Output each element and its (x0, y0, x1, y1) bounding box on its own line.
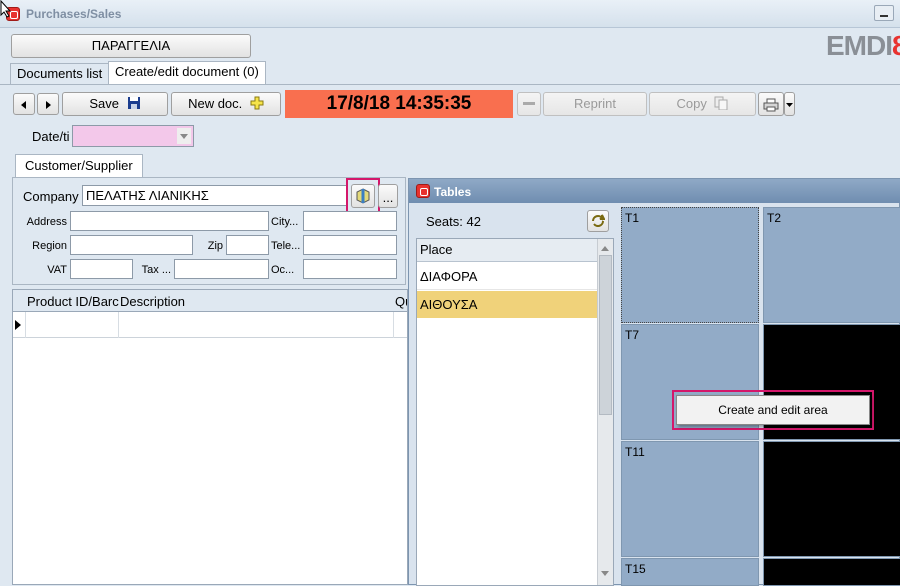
company-field[interactable]: ΠΕΛΑΤΗΣ ΛΙΑΝΙΚΗΣ (82, 185, 348, 206)
print-button[interactable] (758, 92, 784, 116)
zip-field[interactable] (226, 235, 269, 255)
new-document-button[interactable]: New doc. (171, 92, 281, 116)
zip-label: Zip (207, 240, 223, 252)
browse-button[interactable]: ... (378, 184, 398, 208)
table-tile-t15[interactable]: T15 (621, 558, 759, 586)
city-label: City... (271, 216, 299, 228)
tab-create-edit-document[interactable]: Create/edit document (0) (108, 61, 266, 84)
row-pointer-icon (15, 320, 21, 330)
tab-documents-list[interactable]: Documents list (10, 63, 110, 84)
place-list-scrollbar[interactable] (597, 239, 613, 585)
plus-icon (250, 96, 264, 110)
date-field[interactable] (72, 125, 194, 147)
column-header-description[interactable]: Description (120, 294, 185, 309)
column-header-quantity[interactable]: Qu (395, 294, 407, 309)
tables-title: Tables (434, 185, 472, 199)
table-tile-t1[interactable]: T1 (621, 207, 759, 323)
refresh-icon (592, 214, 606, 227)
place-list-header: Place (417, 239, 597, 262)
window-titlebar: Purchases/Sales (0, 0, 900, 28)
table-tile-t2[interactable]: T2 (763, 207, 900, 323)
table-tile-t11[interactable]: T11 (621, 441, 759, 557)
place-item-aithousa[interactable]: ΑΙΘΟΥΣΑ (417, 291, 597, 318)
chevron-down-icon (180, 134, 188, 139)
save-button[interactable]: Save (62, 92, 168, 116)
items-grid[interactable]: Product ID/Barc Description Qu (12, 289, 408, 585)
table-tile-dark-2[interactable] (763, 441, 900, 557)
copy-icon (714, 96, 728, 111)
column-header-product-id[interactable]: Product ID/Barc (27, 294, 119, 309)
scroll-up-icon (601, 246, 609, 251)
tax-office-field[interactable] (174, 259, 269, 279)
occupation-label: Oc... (271, 264, 295, 276)
tab-divider (0, 84, 900, 85)
context-menu: Create and edit area (676, 395, 870, 425)
company-label: Company (23, 189, 79, 204)
seats-count: Seats: 42 (426, 214, 481, 229)
window-title: Purchases/Sales (26, 7, 122, 21)
scrollbar-thumb[interactable] (599, 255, 612, 415)
address-field[interactable] (70, 211, 269, 231)
date-label: Date/ti (32, 129, 70, 144)
occupation-field[interactable] (303, 259, 397, 279)
create-edit-area-menu-item[interactable]: Create and edit area (677, 396, 869, 424)
copy-button[interactable]: Copy (649, 92, 756, 116)
floppy-disk-icon (127, 97, 140, 109)
printer-icon (763, 98, 779, 112)
brand-logo: EMDI8 (826, 30, 900, 61)
save-label: Save (89, 96, 119, 111)
address-label: Address (26, 216, 67, 228)
telephone-label: Tele... (271, 240, 301, 252)
mouse-cursor-icon (0, 0, 12, 18)
new-doc-label: New doc. (188, 96, 243, 111)
place-item-diafora[interactable]: ΔΙΑΦΟΡΑ (417, 263, 597, 290)
chevron-down-icon (786, 103, 793, 107)
telephone-field[interactable] (303, 235, 397, 255)
customer-panel: Company ΠΕΛΑΤΗΣ ΛΙΑΝΙΚΗΣ ... Address Cit… (12, 177, 406, 285)
city-field[interactable] (303, 211, 397, 231)
search-customer-button[interactable] (351, 184, 375, 208)
tables-window: Tables Seats: 42 Place ΔΙΑΦΟΡΑ ΑΙΘΟΥΣΑ T… (408, 178, 900, 586)
table-tile-dark-3[interactable] (763, 558, 900, 586)
region-label: Region (32, 240, 67, 252)
tables-titlebar: Tables (409, 179, 900, 203)
minus-button[interactable] (517, 92, 541, 116)
date-dropdown-button[interactable] (177, 128, 191, 144)
region-field[interactable] (70, 235, 193, 255)
order-type-button[interactable]: ΠΑΡΑΓΓΕΛΙΑ (11, 34, 251, 58)
place-list[interactable]: Place ΔΙΑΦΟΡΑ ΑΙΘΟΥΣΑ (416, 238, 614, 586)
document-datetime: 17/8/18 14:35:35 (285, 90, 513, 118)
items-grid-header: Product ID/Barc Description Qu (13, 290, 407, 312)
scroll-down-icon (601, 571, 609, 576)
next-button[interactable] (37, 93, 59, 115)
reprint-button[interactable]: Reprint (543, 92, 647, 116)
refresh-button[interactable] (587, 210, 609, 232)
previous-button[interactable] (13, 93, 35, 115)
copy-label: Copy (676, 96, 707, 111)
minimize-button[interactable] (874, 5, 894, 21)
tab-customer-supplier[interactable]: Customer/Supplier (15, 154, 143, 178)
print-options-dropdown[interactable] (784, 92, 795, 116)
table-row[interactable] (13, 312, 407, 338)
tax-office-label: Tax ... (141, 264, 171, 276)
tables-app-icon (416, 184, 430, 198)
box-icon (356, 188, 370, 204)
vat-label: VAT (47, 264, 67, 276)
vat-field[interactable] (70, 259, 133, 279)
